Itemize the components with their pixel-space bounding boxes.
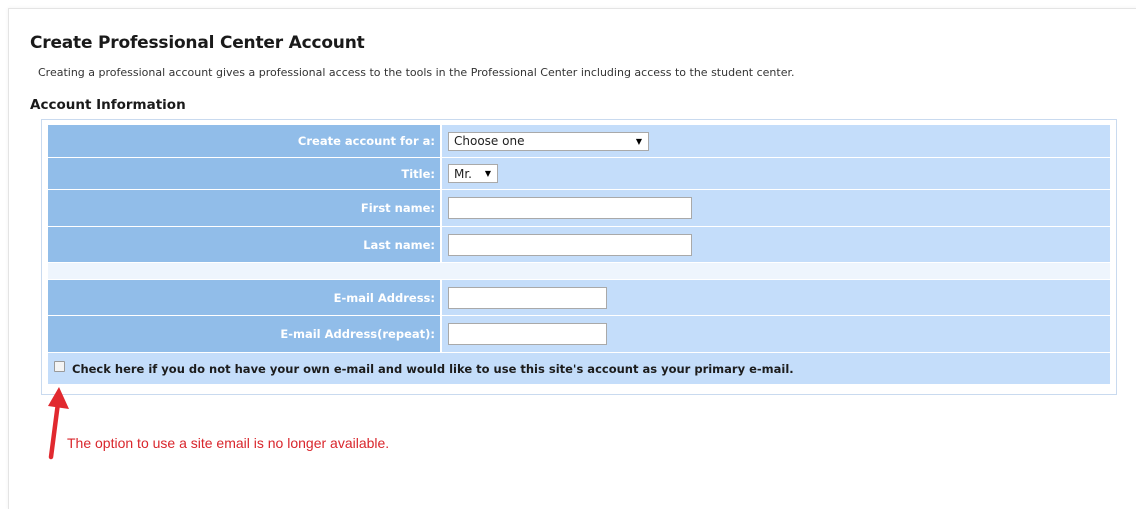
title-label: Title: [48, 158, 442, 189]
page-title: Create Professional Center Account [30, 33, 365, 53]
email-label: E-mail Address: [48, 280, 442, 315]
last-name-label: Last name: [48, 227, 442, 262]
first-name-input[interactable] [448, 197, 692, 219]
first-name-label: First name: [48, 190, 442, 226]
last-name-cell [442, 227, 1110, 262]
dropdown-arrow-icon: ▼ [635, 136, 642, 146]
dropdown-arrow-icon: ▼ [484, 169, 491, 178]
email-repeat-input[interactable] [448, 323, 607, 345]
page-intro: Creating a professional account gives a … [38, 66, 795, 79]
title-cell: Mr. ▼ [442, 158, 1110, 189]
row-email: E-mail Address: [48, 280, 1110, 315]
email-input[interactable] [448, 286, 607, 309]
section-title: Account Information [30, 97, 186, 113]
site-email-checkbox-label: Check here if you do not have your own e… [72, 361, 794, 376]
email-cell [442, 280, 1110, 315]
first-name-cell [442, 190, 1110, 226]
email-repeat-label: E-mail Address(repeat): [48, 316, 442, 352]
account-for-cell: Choose one ▼ [442, 125, 1110, 157]
last-name-input[interactable] [448, 233, 692, 256]
account-for-select[interactable]: Choose one ▼ [448, 131, 649, 151]
account-form: Create account for a: Choose one ▼ Title… [41, 119, 1117, 395]
title-select[interactable]: Mr. ▼ [448, 164, 498, 183]
row-title: Title: Mr. ▼ [48, 158, 1110, 189]
row-account-for: Create account for a: Choose one ▼ [48, 125, 1110, 157]
site-email-checkbox[interactable] [54, 361, 65, 372]
row-first-name: First name: [48, 190, 1110, 226]
account-for-label: Create account for a: [48, 125, 442, 157]
account-for-selected: Choose one [454, 134, 525, 148]
unavailable-notice: The option to use a site email is no lon… [67, 435, 390, 451]
form-spacer [48, 263, 1110, 279]
title-selected: Mr. [454, 166, 472, 181]
row-site-email-option: Check here if you do not have your own e… [48, 353, 1110, 384]
row-last-name: Last name: [48, 227, 1110, 262]
email-repeat-cell [442, 316, 1110, 352]
row-email-repeat: E-mail Address(repeat): [48, 316, 1110, 352]
